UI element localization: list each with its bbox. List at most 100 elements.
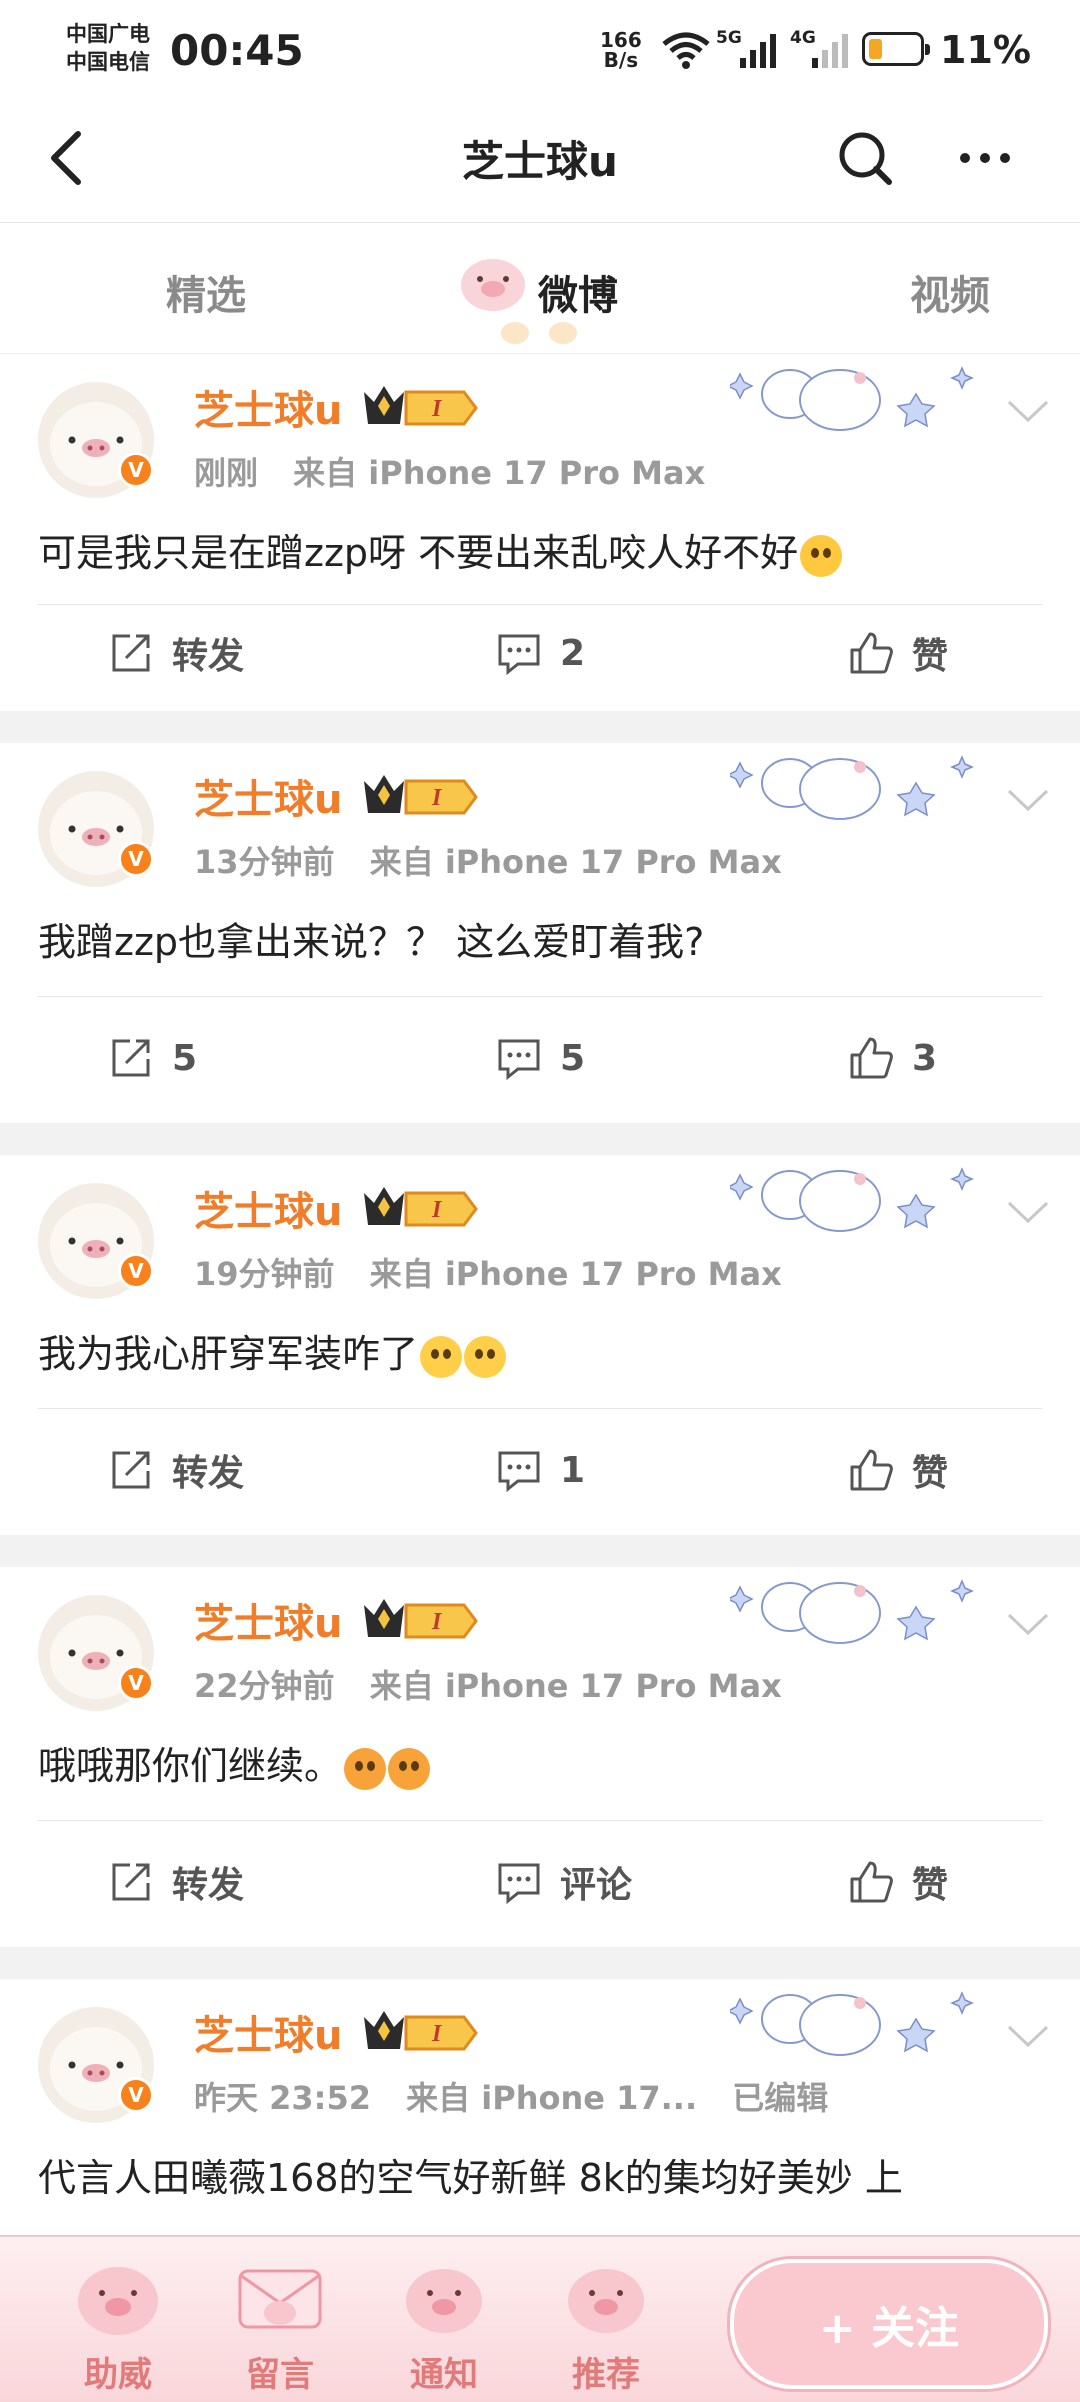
author-name[interactable]: 芝士球u [194,378,342,436]
chevron-down-icon[interactable] [1005,1609,1051,1639]
thumbs-up-icon [850,1861,893,1903]
post-time: 刚刚 [194,454,259,492]
post-card[interactable]: V 芝士球u I 22分钟前 来自 iPhone 17 Pro Max 哦哦那你… [0,1567,1080,1947]
like-button[interactable]: 3 [848,1033,937,1083]
cheer-button[interactable]: 助威 [58,2257,178,2396]
post-text[interactable]: 我为我心肝穿军装咋了 [38,1323,507,1378]
thumbs-up-icon [850,632,893,674]
repost-button[interactable]: 转发 [108,628,244,678]
divider [38,1820,1042,1821]
chevron-down-icon[interactable] [1005,396,1051,426]
thumbs-up-icon [850,1449,893,1491]
card-decoration [730,755,974,820]
emoji-icon [800,534,843,577]
pig-notify-icon [406,2269,482,2333]
message-button[interactable]: 留言 [220,2257,340,2396]
card-decoration [730,1167,974,1232]
carrier-2: 中国电信 [66,50,150,74]
post-text[interactable]: 代言人田曦薇168的空气好新鲜 8k的集均好美妙 上 [38,2147,903,2202]
author-name[interactable]: 芝士球u [194,2003,342,2061]
repost-icon [112,1039,150,1077]
net-speed-value: 166 [600,28,642,52]
post-text-content: 哦哦那你们继续。 [38,1744,343,1788]
author-name[interactable]: 芝士球u [194,1179,342,1237]
chevron-down-icon[interactable] [1005,785,1051,815]
svg-text:I: I [431,785,443,811]
repost-button[interactable]: 转发 [108,1445,244,1495]
svg-text:I: I [431,2021,443,2047]
verified-badge: V [118,1665,154,1701]
pig-cheer-icon [78,2267,158,2335]
cheer-label: 助威 [84,2355,152,2395]
edited-label: 已编辑 [732,2079,829,2117]
tab-weibo[interactable]: 微博 [538,263,618,321]
chevron-down-icon[interactable] [1005,2021,1051,2051]
member-crown-icon[interactable]: I [360,767,478,819]
divider [38,996,1042,997]
card-decoration [730,1579,974,1644]
divider [38,1408,1042,1409]
emoji-icon [420,1335,463,1378]
like-label: 赞 [912,1865,949,1906]
verified-badge: V [118,2077,154,2113]
chevron-down-icon[interactable] [1005,1197,1051,1227]
post-meta: 刚刚 来自 iPhone 17 Pro Max [194,448,729,494]
post-card[interactable]: V 芝士球u I 19分钟前 来自 iPhone 17 Pro Max 我为我心… [0,1155,1080,1535]
member-crown-icon[interactable]: I [360,1179,478,1231]
post-text[interactable]: 我蹭zzp也拿出来说？？ 这么爱盯着我? [38,911,704,966]
pig-decoration-icon [461,259,525,311]
post-text[interactable]: 可是我只是在蹭zzp呀 不要出来乱咬人好不好 [38,522,843,577]
comment-label: 2 [560,632,586,674]
like-button[interactable]: 赞 [848,1857,948,1907]
member-crown-icon[interactable]: I [360,1591,478,1643]
author-name[interactable]: 芝士球u [194,767,342,825]
post-card[interactable]: V 芝士球u I 刚刚 来自 iPhone 17 Pro Max 可是我只是在蹭… [0,354,1080,711]
like-label: 赞 [912,636,949,677]
verified-badge: V [118,452,154,488]
repost-button[interactable]: 5 [108,1033,197,1083]
signal-5g-icon [740,34,776,68]
svg-text:I: I [431,396,443,422]
envelope-icon [238,2269,322,2329]
post-card[interactable]: V 芝士球u I 13分钟前 来自 iPhone 17 Pro Max 我蹭zz… [0,743,1080,1123]
post-source: 来自 iPhone 17... [406,2079,698,2117]
comment-button[interactable]: 5 [496,1033,585,1083]
message-label: 留言 [246,2355,314,2395]
post-text[interactable]: 哦哦那你们继续。 [38,1735,431,1790]
comment-button[interactable]: 评论 [496,1857,632,1907]
svg-text:I: I [431,1609,443,1635]
tab-featured[interactable]: 精选 [166,263,246,321]
recommend-button[interactable]: 推荐 [546,2257,666,2396]
repost-icon [112,1451,150,1489]
post-text-content: 我为我心肝穿军装咋了 [38,1332,419,1376]
tab-video[interactable]: 视频 [910,263,990,321]
like-label: 赞 [912,1453,949,1494]
svg-text:I: I [431,1197,443,1223]
member-crown-icon[interactable]: I [360,2003,478,2055]
page-title: 芝士球u [462,137,618,186]
card-decoration [730,366,974,431]
post-card[interactable]: V 芝士球u I 昨天 23:52 来自 iPhone 17... 已编辑 代言… [0,1979,1080,2269]
comment-button[interactable]: 1 [496,1445,585,1495]
search-icon[interactable] [835,128,895,188]
wifi-icon [662,32,710,69]
repost-button[interactable]: 转发 [108,1857,244,1907]
comment-button[interactable]: 2 [496,628,585,678]
post-source: 来自 iPhone 17 Pro Max [369,1667,782,1705]
follow-button[interactable]: + 关注 [730,2259,1048,2389]
post-text-content: 代言人田曦薇168的空气好新鲜 8k的集均好美妙 上 [38,2156,903,2200]
post-source: 来自 iPhone 17 Pro Max [369,843,782,881]
net-speed: 166 B/s [600,30,642,70]
post-feed: V 芝士球u I 刚刚 来自 iPhone 17 Pro Max 可是我只是在蹭… [0,354,1080,2269]
more-icon[interactable] [955,128,1015,188]
carrier-1: 中国广电 [66,22,150,46]
post-source: 来自 iPhone 17 Pro Max [293,454,706,492]
like-button[interactable]: 赞 [848,1445,948,1495]
post-text-content: 我蹭zzp也拿出来说？？ 这么爱盯着我? [38,920,705,964]
like-button[interactable]: 赞 [848,628,948,678]
top-nav-bar: 芝士球u [0,100,1080,223]
author-name[interactable]: 芝士球u [194,1591,342,1649]
member-crown-icon[interactable]: I [360,378,478,430]
battery-icon [862,32,930,66]
notify-button[interactable]: 通知 [384,2257,504,2396]
